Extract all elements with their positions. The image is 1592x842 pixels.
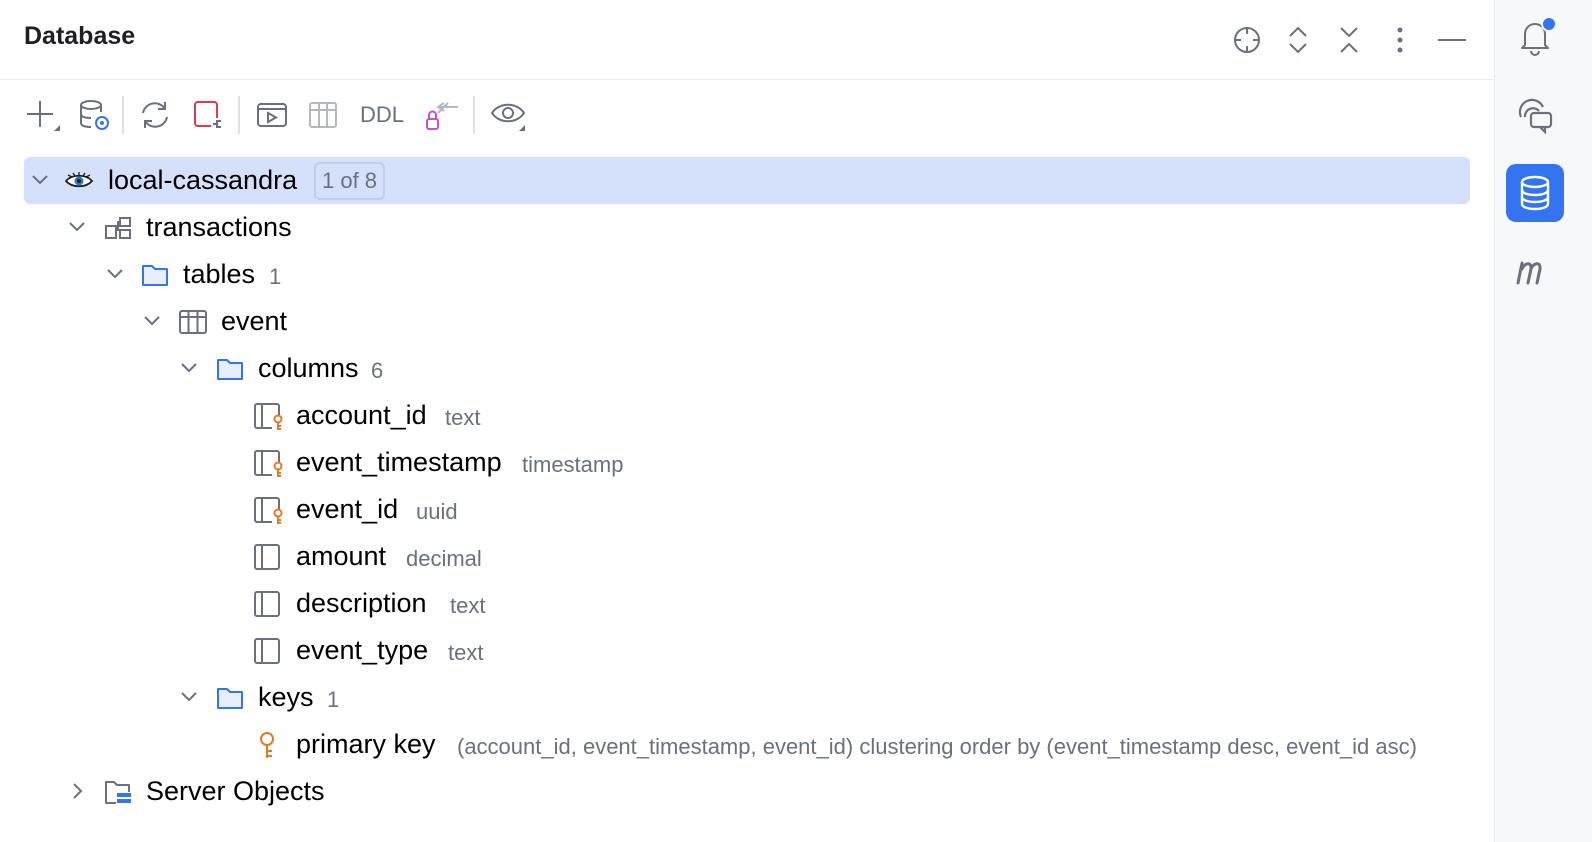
- database-tool-window: Database DDL local-cassandra 1 of 8 tran…: [0, 0, 1494, 842]
- folder-icon: [142, 265, 168, 286]
- folder-icon: [217, 359, 243, 380]
- ai-chat-icon[interactable]: [1506, 86, 1564, 144]
- column-name: description: [296, 588, 427, 618]
- tree-node-keys-folder[interactable]: keys 1: [0, 674, 1494, 721]
- tree-node-column[interactable]: event_id uuid: [0, 486, 1494, 533]
- column-type: uuid: [416, 499, 458, 524]
- column-name: amount: [296, 541, 387, 571]
- tree-node-column[interactable]: account_id text: [0, 392, 1494, 439]
- column-name: event_id: [296, 494, 399, 524]
- columns-folder-label: columns: [258, 353, 359, 383]
- server-folder-icon: [105, 781, 132, 806]
- column-type: text: [450, 593, 486, 618]
- column-name: event_timestamp: [296, 447, 502, 477]
- cassandra-eye-icon: [64, 172, 94, 188]
- compare-icon[interactable]: [420, 94, 462, 136]
- tree-node-primary-key[interactable]: primary key (account_id, event_timestamp…: [0, 721, 1494, 768]
- more-vertical-icon[interactable]: [1382, 20, 1418, 60]
- column-type: text: [445, 405, 481, 430]
- data-source-properties-icon[interactable]: [74, 94, 114, 136]
- key-column-icon: [254, 497, 283, 525]
- expand-icon[interactable]: [1280, 20, 1316, 60]
- primary-key-label: primary key: [296, 729, 436, 759]
- table-label: event: [221, 306, 288, 336]
- tables-count: 1: [269, 264, 282, 289]
- columns-count: 6: [371, 358, 384, 383]
- tool-window-header: Database: [0, 0, 1494, 80]
- toolbar-separator: [473, 96, 475, 134]
- node-count-badge: 1 of 8: [314, 162, 386, 200]
- toolbar-separator: [238, 96, 240, 134]
- key-icon: [260, 732, 274, 758]
- tree-node-column[interactable]: event_timestamp timestamp: [0, 439, 1494, 486]
- chevron-down-icon[interactable]: [66, 216, 88, 238]
- panel-title: Database: [24, 22, 136, 50]
- tree-node-tables-folder[interactable]: tables 1: [0, 251, 1494, 298]
- column-type: text: [448, 640, 484, 665]
- toolbar-separator: [122, 96, 124, 134]
- data-source-label: local-cassandra: [108, 165, 298, 195]
- tree-node-column[interactable]: description text: [0, 580, 1494, 627]
- database-toolbar: DDL: [0, 90, 1494, 140]
- ddl-button[interactable]: DDL: [356, 94, 408, 136]
- refresh-icon[interactable]: [135, 94, 175, 136]
- chevron-down-icon[interactable]: [141, 310, 163, 332]
- key-column-icon: [254, 403, 283, 431]
- table-icon: [179, 310, 207, 334]
- chevron-down-icon[interactable]: [178, 357, 200, 379]
- column-icon: [254, 591, 280, 617]
- tree-node-column[interactable]: event_type text: [0, 627, 1494, 674]
- tree-node-data-source[interactable]: local-cassandra 1 of 8: [0, 157, 1494, 204]
- folder-icon: [217, 688, 243, 709]
- tree-node-column[interactable]: amount decimal: [0, 533, 1494, 580]
- markdown-m-icon[interactable]: [1506, 242, 1564, 300]
- primary-key-detail: (account_id, event_timestamp, event_id) …: [457, 734, 1417, 759]
- notification-badge: [1541, 16, 1557, 32]
- notifications-icon[interactable]: [1506, 8, 1564, 66]
- collapse-icon[interactable]: [1331, 20, 1367, 60]
- keys-folder-label: keys: [258, 682, 314, 712]
- server-objects-label: Server Objects: [146, 776, 325, 806]
- disconnect-icon[interactable]: [188, 94, 228, 136]
- column-name: account_id: [296, 400, 427, 430]
- column-icon: [254, 544, 280, 570]
- column-name: event_type: [296, 635, 429, 665]
- column-icon: [254, 638, 280, 664]
- minimize-icon[interactable]: [1434, 20, 1470, 60]
- tree-node-table[interactable]: event: [0, 298, 1494, 345]
- open-console-icon[interactable]: [252, 94, 292, 136]
- chevron-down-icon[interactable]: [104, 263, 126, 285]
- column-type: timestamp: [522, 452, 624, 477]
- tree-node-keyspace[interactable]: transactions: [0, 204, 1494, 251]
- column-type: decimal: [406, 546, 482, 571]
- tree-node-server-objects[interactable]: Server Objects: [0, 768, 1494, 815]
- keyspace-label: transactions: [146, 212, 292, 242]
- tree-node-columns-folder[interactable]: columns 6: [0, 345, 1494, 392]
- chevron-down-icon[interactable]: [178, 686, 200, 708]
- chevron-right-icon[interactable]: [66, 780, 88, 802]
- keys-count: 1: [327, 687, 340, 712]
- add-icon[interactable]: [22, 94, 62, 136]
- view-options-icon[interactable]: [487, 94, 529, 136]
- key-column-icon: [254, 450, 283, 478]
- database-icon[interactable]: [1506, 164, 1564, 222]
- tables-folder-label: tables: [183, 259, 256, 289]
- crosshair-icon[interactable]: [1229, 20, 1265, 60]
- keyspace-icon: [105, 217, 131, 239]
- table-view-icon[interactable]: [303, 94, 343, 136]
- chevron-down-icon[interactable]: [29, 169, 51, 191]
